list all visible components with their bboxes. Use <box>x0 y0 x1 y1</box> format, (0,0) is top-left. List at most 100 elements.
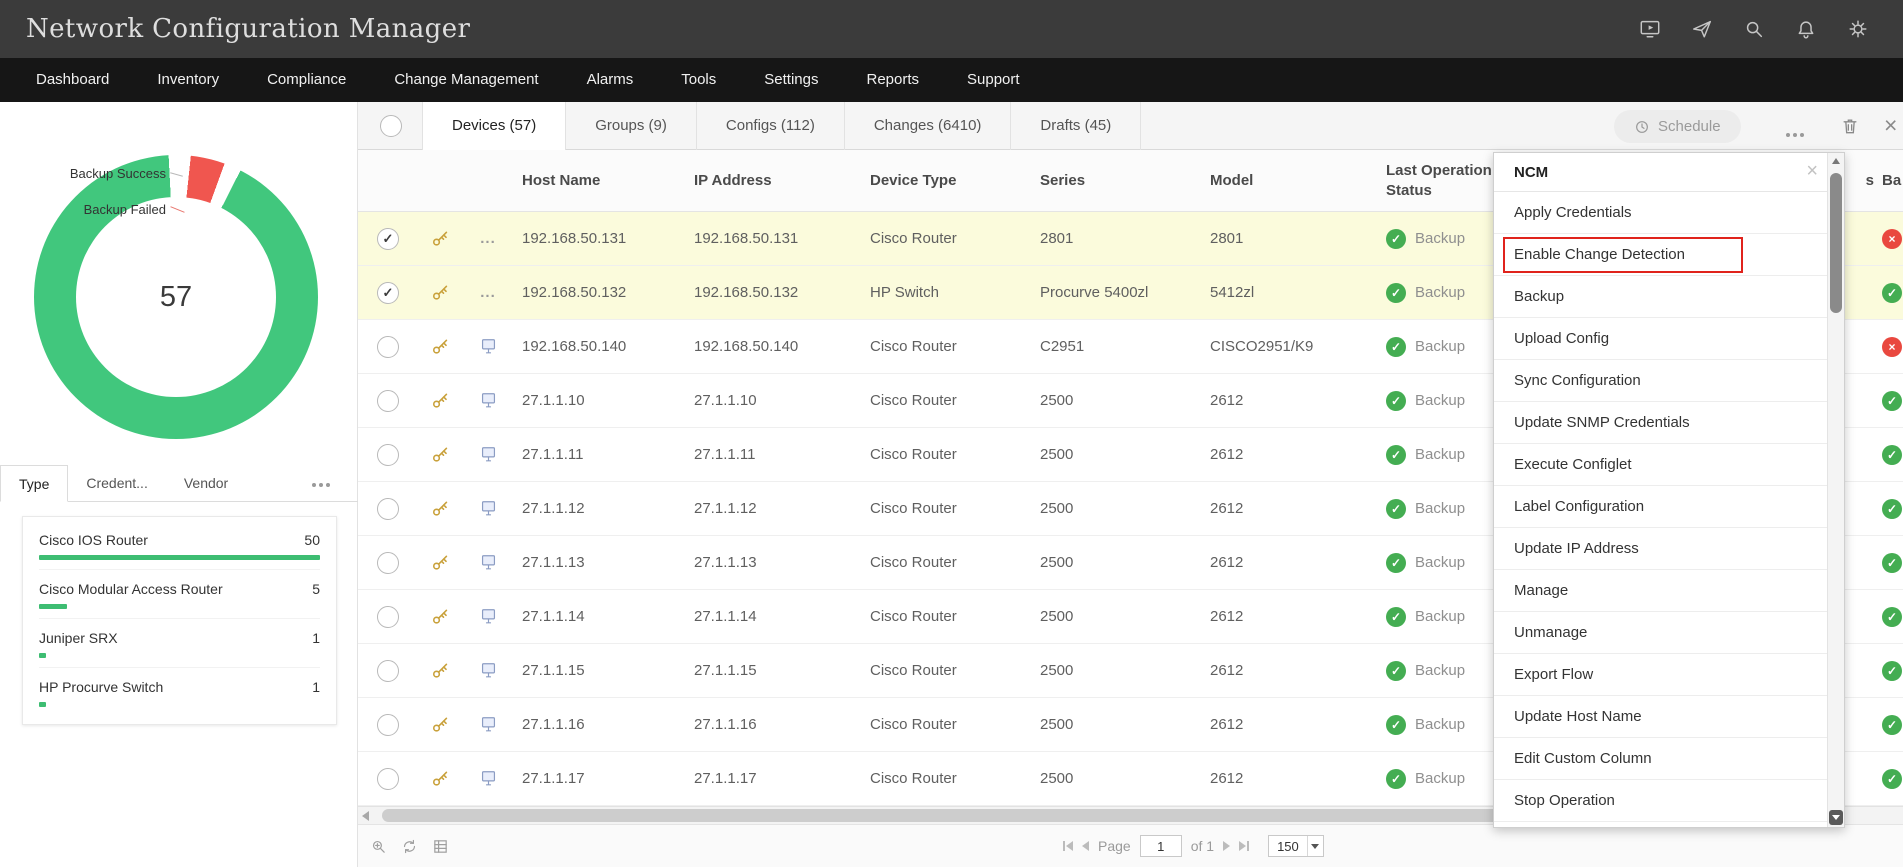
scroll-down-icon[interactable] <box>1829 810 1843 825</box>
device-type-item[interactable]: Cisco Modular Access Router 5 <box>39 570 320 619</box>
row-checkbox[interactable]: ✓ <box>377 767 399 790</box>
nav-item-compliance[interactable]: Compliance <box>243 58 370 102</box>
col-device-type[interactable]: Device Type <box>870 172 956 189</box>
next-page-button[interactable] <box>1223 841 1231 851</box>
nav-item-tools[interactable]: Tools <box>657 58 740 102</box>
select-all-checkbox[interactable]: ✓ <box>380 115 402 137</box>
device-type-bar <box>39 653 47 658</box>
backup-status-icon: ✓ <box>1882 390 1902 411</box>
last-page-button[interactable] <box>1239 841 1250 851</box>
row-checkbox[interactable]: ✓ <box>377 389 399 412</box>
tab-devices-57[interactable]: Devices (57) <box>422 102 567 151</box>
menu-item-update-ip-address[interactable]: Update IP Address <box>1494 528 1827 570</box>
notifications-icon[interactable] <box>1795 18 1817 40</box>
row-checkbox[interactable]: ✓ <box>377 551 399 574</box>
menu-close-button[interactable]: × <box>1806 160 1818 183</box>
host-name: 27.1.1.15 <box>522 662 585 679</box>
trash-icon <box>1843 119 1857 134</box>
series: C2951 <box>1040 338 1085 355</box>
menu-item-update-host-name[interactable]: Update Host Name <box>1494 696 1827 738</box>
tab-changes-6410[interactable]: Changes (6410) <box>845 102 1012 150</box>
device-type-label: Cisco Modular Access Router <box>39 581 223 597</box>
menu-item-update-snmp-credentials[interactable]: Update SNMP Credentials <box>1494 402 1827 444</box>
row-ellipsis-icon[interactable]: ... <box>480 230 496 247</box>
menu-scrollbar-thumb[interactable] <box>1830 173 1842 313</box>
model: 2612 <box>1210 716 1244 733</box>
operation-ok-icon: ✓ <box>1386 606 1406 627</box>
sidebar-tab-credent[interactable]: Credent... <box>68 465 165 501</box>
pagination: Page of 1 150 <box>1063 835 1324 857</box>
menu-item-backup[interactable]: Backup <box>1494 276 1827 318</box>
scroll-up-icon[interactable] <box>1832 158 1840 164</box>
ip-address: 27.1.1.12 <box>694 500 757 517</box>
row-checkbox[interactable]: ✓ <box>377 443 399 466</box>
menu-item-upload-config[interactable]: Upload Config <box>1494 318 1827 360</box>
tab-groups-9[interactable]: Groups (9) <box>566 102 697 150</box>
scroll-left-icon[interactable] <box>362 811 369 821</box>
menu-item-stop-operation[interactable]: Stop Operation <box>1494 780 1827 822</box>
menu-item-enable-change-detection[interactable]: Enable Change Detection <box>1494 234 1827 276</box>
backup-donut-chart[interactable] <box>34 155 318 439</box>
menu-item-sync-configuration[interactable]: Sync Configuration <box>1494 360 1827 402</box>
nav-item-settings[interactable]: Settings <box>740 58 842 102</box>
menu-item-unmanage[interactable]: Unmanage <box>1494 612 1827 654</box>
last-operation: Backup <box>1415 770 1466 787</box>
backup-status-icon: ✓ <box>1882 498 1902 519</box>
col-ip-address[interactable]: IP Address <box>694 172 772 189</box>
device-type-item[interactable]: HP Procurve Switch 1 <box>39 668 320 716</box>
search-icon[interactable] <box>1743 18 1765 40</box>
first-page-button[interactable] <box>1063 841 1073 851</box>
menu-scrollbar[interactable] <box>1827 153 1844 827</box>
row-ellipsis-icon[interactable]: ... <box>480 284 496 301</box>
tab-drafts-45[interactable]: Drafts (45) <box>1011 102 1142 150</box>
sync-icon[interactable] <box>401 838 418 855</box>
sidebar-tab-type[interactable]: Type <box>0 465 69 502</box>
row-checkbox[interactable]: ✓ <box>377 605 399 628</box>
row-checkbox[interactable]: ✓ <box>377 659 399 682</box>
operation-ok-icon: ✓ <box>1386 390 1406 411</box>
row-checkbox[interactable]: ✓ <box>377 335 399 358</box>
credential-key-icon <box>432 717 447 732</box>
delete-button[interactable] <box>1840 116 1860 136</box>
nav-item-change-management[interactable]: Change Management <box>370 58 562 102</box>
backup-status-icon: ✓ <box>1882 714 1902 735</box>
launch-icon[interactable] <box>1691 18 1713 40</box>
zoom-icon[interactable] <box>370 838 387 855</box>
row-checkbox[interactable]: ✓ <box>377 497 399 520</box>
device-type-item[interactable]: Juniper SRX 1 <box>39 619 320 668</box>
menu-item-edit-custom-column[interactable]: Edit Custom Column <box>1494 738 1827 780</box>
device-type-item[interactable]: Cisco IOS Router 50 <box>39 521 320 570</box>
prev-page-button[interactable] <box>1082 841 1089 851</box>
page-size-select[interactable]: 150 <box>1268 835 1324 857</box>
grid-icon[interactable] <box>432 838 449 855</box>
sidebar-more-button[interactable] <box>312 474 330 492</box>
more-options-button[interactable] <box>1786 124 1804 142</box>
host-name: 27.1.1.10 <box>522 392 585 409</box>
col-series[interactable]: Series <box>1040 172 1085 189</box>
nav-item-support[interactable]: Support <box>943 58 1044 102</box>
scrollbar-thumb[interactable] <box>382 809 1502 822</box>
menu-item-execute-configlet[interactable]: Execute Configlet <box>1494 444 1827 486</box>
nav-item-alarms[interactable]: Alarms <box>563 58 658 102</box>
nav-item-inventory[interactable]: Inventory <box>133 58 243 102</box>
menu-item-export-flow[interactable]: Export Flow <box>1494 654 1827 696</box>
tab-configs-112[interactable]: Configs (112) <box>697 102 845 150</box>
col-host-name[interactable]: Host Name <box>522 172 600 189</box>
menu-item-label-configuration[interactable]: Label Configuration <box>1494 486 1827 528</box>
close-view-button[interactable]: × <box>1884 112 1897 139</box>
model: 2801 <box>1210 230 1244 247</box>
col-model[interactable]: Model <box>1210 172 1253 189</box>
sidebar-tab-vendor[interactable]: Vendor <box>166 465 246 501</box>
schedule-button[interactable]: Schedule <box>1614 110 1741 143</box>
menu-item-manage[interactable]: Manage <box>1494 570 1827 612</box>
menu-item-apply-credentials[interactable]: Apply Credentials <box>1494 192 1827 234</box>
row-checkbox[interactable]: ✓ <box>377 281 399 304</box>
page-input[interactable] <box>1139 835 1182 857</box>
col-backup-status[interactable]: Ba <box>1882 172 1901 189</box>
row-checkbox[interactable]: ✓ <box>377 227 399 250</box>
demo-icon[interactable] <box>1639 18 1661 40</box>
settings-icon[interactable] <box>1847 18 1869 40</box>
row-checkbox[interactable]: ✓ <box>377 713 399 736</box>
nav-item-reports[interactable]: Reports <box>842 58 943 102</box>
nav-item-dashboard[interactable]: Dashboard <box>12 58 133 102</box>
